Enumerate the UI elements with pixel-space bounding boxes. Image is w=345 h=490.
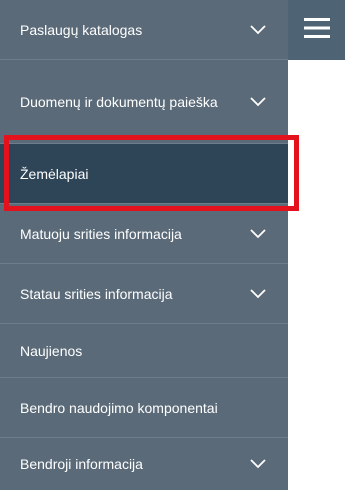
chevron-down-icon[interactable] (250, 288, 266, 299)
menu-item-zemelapiai[interactable]: Žemėlapiai (0, 144, 288, 204)
menu-item-bendro-naudojimo[interactable]: Bendro naudojimo komponentai (0, 378, 288, 438)
chevron-down-icon[interactable] (250, 228, 266, 239)
menu-item-label: Statau srities informacija (20, 285, 173, 302)
menu-item-label: Bendro naudojimo komponentai (20, 399, 218, 416)
hamburger-menu-icon (303, 17, 330, 44)
menu-item-label: Bendroji informacija (20, 456, 143, 472)
menu-item-label: Duomenų ir dokumentų paieška (20, 93, 218, 110)
menu-item-paslaugu-katalogas[interactable]: Paslaugų katalogas (0, 0, 288, 60)
menu-item-label: Paslaugų katalogas (20, 21, 143, 38)
navigation-menu: Paslaugų katalogas Duomenų ir dokumentų … (0, 0, 288, 490)
menu-item-statau[interactable]: Statau srities informacija (0, 264, 288, 324)
menu-item-bendroji-informacija[interactable]: Bendroji informacija (0, 438, 288, 490)
menu-item-label: Žemėlapiai (20, 165, 89, 182)
menu-item-label: Naujienos (20, 342, 83, 359)
chevron-down-icon[interactable] (250, 96, 266, 107)
chevron-down-icon[interactable] (250, 24, 266, 35)
menu-item-duomenu-paieska[interactable]: Duomenų ir dokumentų paieška (0, 60, 288, 144)
chevron-down-icon[interactable] (250, 459, 266, 469)
menu-item-label: Matuoju srities informacija (20, 225, 182, 242)
menu-item-matuoju[interactable]: Matuoju srities informacija (0, 204, 288, 264)
hamburger-menu-button[interactable] (288, 0, 345, 60)
screenshot-stage: Paslaugų katalogas Duomenų ir dokumentų … (0, 0, 345, 490)
menu-item-naujienos[interactable]: Naujienos (0, 324, 288, 378)
